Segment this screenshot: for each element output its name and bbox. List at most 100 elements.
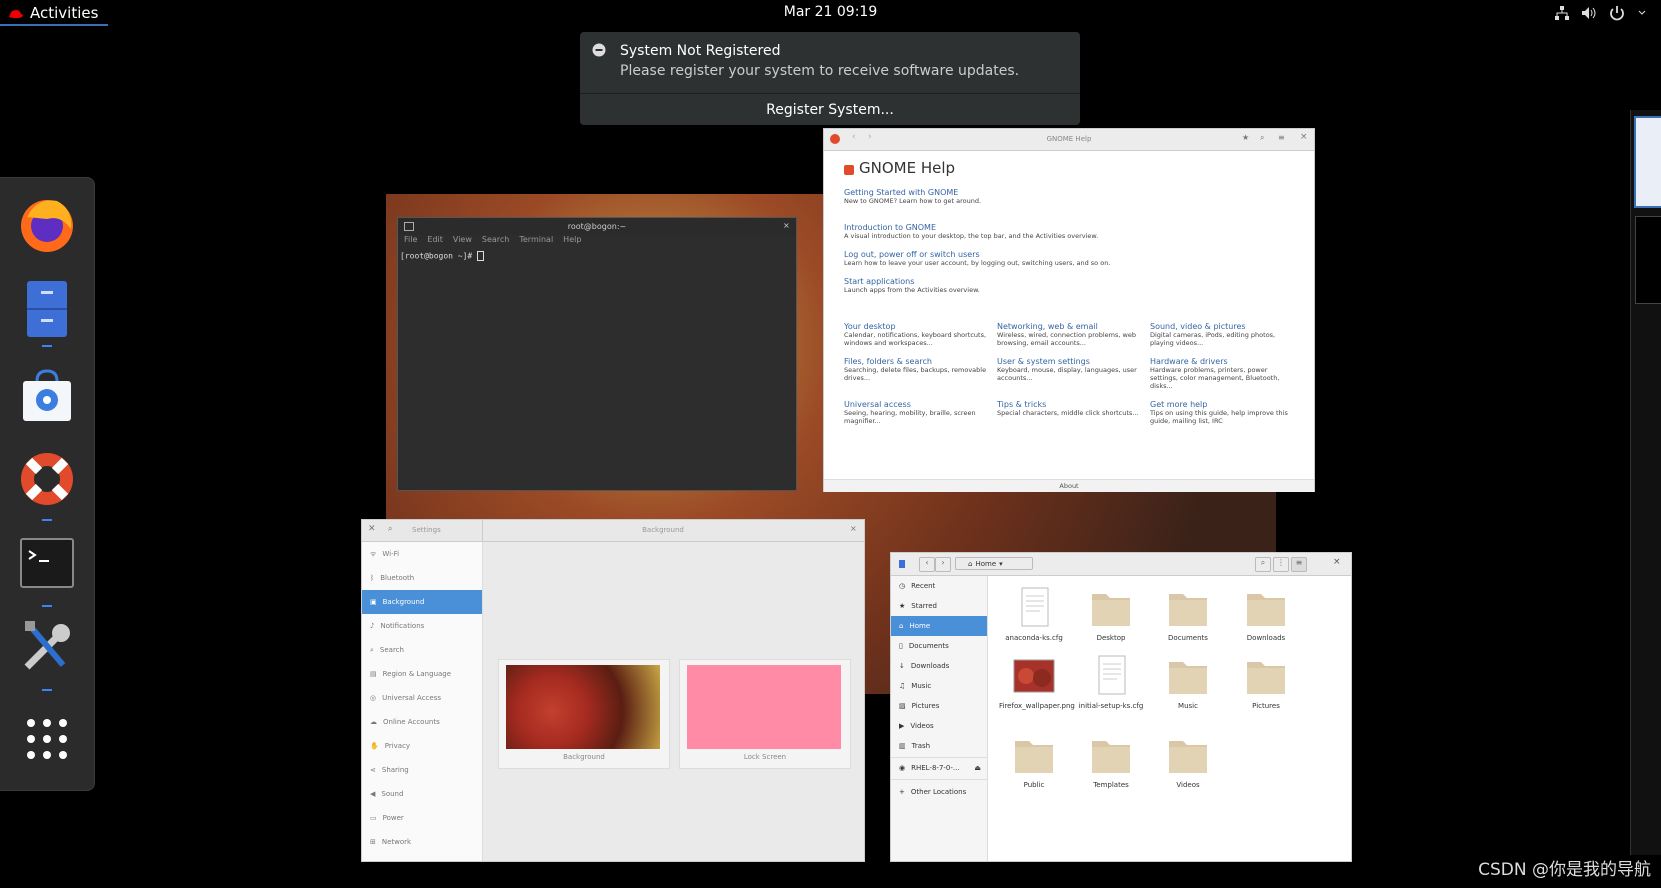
terminal-titlebar[interactable]: root@bogon:~ × — [398, 218, 796, 235]
help-grid-item[interactable]: Tips & tricks Special characters, middle … — [997, 400, 1142, 425]
file-item[interactable]: Firefox_wallpaper.png — [999, 654, 1075, 710]
sidebar-item-pictures[interactable]: ▨ Pictures — [891, 696, 987, 716]
file-item[interactable]: initial-setup-ks.cfg — [1076, 654, 1146, 710]
terminal-launcher[interactable] — [12, 528, 82, 598]
settings-item-network[interactable]: ⊞ Network — [362, 830, 482, 854]
settings-item-sharing[interactable]: ⋖ Sharing — [362, 758, 482, 782]
help-grid-link[interactable]: Sound, video & pictures — [1150, 322, 1295, 331]
power-icon[interactable] — [1608, 4, 1626, 22]
workspace-thumbnail-empty[interactable] — [1635, 216, 1661, 304]
sidebar-item-recent[interactable]: ◷ Recent — [891, 576, 987, 596]
files-launcher[interactable] — [12, 274, 82, 344]
help-grid-link[interactable]: Get more help — [1150, 400, 1295, 409]
folder-item[interactable]: Templates — [1076, 733, 1146, 789]
software-launcher[interactable] — [12, 360, 82, 430]
help-grid-item[interactable]: Get more help Tips on using this guide, h… — [1150, 400, 1295, 425]
help-topic-link[interactable]: Introduction to GNOME — [844, 223, 1284, 232]
help-grid-link[interactable]: Hardware & drivers — [1150, 357, 1295, 366]
folder-item[interactable]: Documents — [1153, 586, 1223, 642]
settings-item-online-accounts[interactable]: ☁ Online Accounts — [362, 710, 482, 734]
tweaks-launcher[interactable] — [12, 612, 82, 682]
search-icon[interactable]: ⌕ — [1260, 133, 1264, 143]
settings-item-privacy[interactable]: ✋ Privacy — [362, 734, 482, 758]
settings-item-wifi[interactable]: ᯤ Wi-Fi — [362, 542, 482, 566]
help-window[interactable]: ‹ › GNOME Help ★ ⌕ ≡ × GNOME Help Gettin… — [823, 128, 1315, 492]
help-launcher[interactable] — [12, 444, 82, 514]
help-topic-link[interactable]: Log out, power off or switch users — [844, 250, 1284, 259]
workspace-thumbnail-active[interactable] — [1634, 116, 1661, 208]
search-icon[interactable]: ⌕ — [1255, 557, 1271, 572]
menu-terminal[interactable]: Terminal — [519, 235, 553, 248]
view-options-icon[interactable]: ⋮ — [1273, 557, 1289, 572]
settings-item-universal-access[interactable]: ◎ Universal Access — [362, 686, 482, 710]
help-topic[interactable]: Getting Started with GNOME New to GNOME? … — [844, 188, 1284, 205]
volume-icon[interactable] — [1580, 4, 1598, 22]
files-window[interactable]: ‹ › ⌂ Home ▾ ⌕ ⋮ ≡ × ◷ Recent ★ Starred ⌂ Hom… — [890, 552, 1352, 862]
clock[interactable]: Mar 21 09:19 — [0, 4, 1661, 20]
sidebar-item-home[interactable]: ⌂ Home — [891, 616, 987, 636]
help-grid-item[interactable]: User & system settings Keyboard, mouse, d… — [997, 357, 1142, 390]
menu-icon[interactable]: ≡ — [1291, 557, 1307, 572]
help-grid-item[interactable]: Hardware & drivers Hardware problems, pri… — [1150, 357, 1295, 390]
help-grid-item[interactable]: Networking, web & email Wireless, wired, … — [997, 322, 1142, 347]
help-grid-item[interactable]: Sound, video & pictures Digital cameras, … — [1150, 322, 1295, 347]
settings-window[interactable]: ✕ ⌕ Settings Background × ᯤ Wi-Fi ᛒ Blueto… — [361, 519, 865, 862]
help-topic-link[interactable]: Start applications — [844, 277, 1284, 286]
folder-item[interactable]: Music — [1153, 654, 1223, 710]
menu-file[interactable]: File — [404, 235, 417, 248]
close-icon[interactable]: × — [1300, 132, 1308, 142]
sidebar-item-music[interactable]: ♫ Music — [891, 676, 987, 696]
help-grid-link[interactable]: User & system settings — [997, 357, 1142, 366]
sidebar-item-videos[interactable]: ▶ Videos — [891, 716, 987, 736]
files-titlebar[interactable]: ‹ › ⌂ Home ▾ ⌕ ⋮ ≡ × — [891, 553, 1351, 576]
help-grid-link[interactable]: Universal access — [844, 400, 989, 409]
sidebar-item-other-locations[interactable]: + Other Locations — [891, 782, 987, 802]
help-topic-link[interactable]: Getting Started with GNOME — [844, 188, 1284, 197]
help-topic[interactable]: Log out, power off or switch users Learn … — [844, 250, 1284, 267]
menu-search[interactable]: Search — [482, 235, 509, 248]
bookmark-icon[interactable]: ★ — [1242, 133, 1249, 142]
settings-titlebar[interactable]: ✕ ⌕ Settings Background × — [362, 520, 864, 542]
sidebar-item-trash[interactable]: ▥ Trash — [891, 736, 987, 756]
chevron-down-icon[interactable] — [1638, 9, 1646, 17]
help-grid-item[interactable]: Universal access Seeing, hearing, mobilit… — [844, 400, 989, 425]
notification-banner[interactable]: System Not Registered Please register yo… — [580, 32, 1080, 125]
sidebar-item-rhel-disc[interactable]: ◉ RHEL-8-7-0-... ⏏ — [891, 758, 987, 778]
terminal-window[interactable]: root@bogon:~ × File Edit View Search Ter… — [397, 217, 797, 491]
folder-item[interactable]: Pictures — [1231, 654, 1301, 710]
help-topic[interactable]: Introduction to GNOME A visual introducti… — [844, 223, 1284, 240]
folder-item[interactable]: Desktop — [1076, 586, 1146, 642]
menu-edit[interactable]: Edit — [427, 235, 443, 248]
help-grid-link[interactable]: Tips & tricks — [997, 400, 1142, 409]
settings-item-sound[interactable]: ◀ Sound — [362, 782, 482, 806]
sidebar-item-starred[interactable]: ★ Starred — [891, 596, 987, 616]
firefox-launcher[interactable] — [12, 190, 82, 260]
sidebar-item-downloads[interactable]: ↓ Downloads — [891, 656, 987, 676]
back-button[interactable]: ‹ — [919, 557, 935, 572]
help-titlebar[interactable]: ‹ › GNOME Help ★ ⌕ ≡ × — [824, 129, 1314, 151]
close-icon[interactable]: × — [783, 221, 790, 230]
help-grid-link[interactable]: Networking, web & email — [997, 322, 1142, 331]
help-about-link[interactable]: About — [824, 479, 1314, 492]
forward-button[interactable]: › — [935, 557, 951, 572]
folder-item[interactable]: Public — [999, 733, 1069, 789]
background-preview-card[interactable]: Background — [498, 659, 670, 769]
lockscreen-preview-card[interactable]: Lock Screen — [679, 659, 851, 769]
menu-help[interactable]: Help — [563, 235, 581, 248]
search-icon[interactable]: ⌕ — [388, 524, 392, 534]
close-icon[interactable]: × — [850, 524, 857, 533]
terminal-prompt-line[interactable]: [root@bogon ~]# — [400, 251, 485, 261]
help-grid-link[interactable]: Files, folders & search — [844, 357, 989, 366]
show-apps-button[interactable] — [12, 704, 82, 774]
network-icon[interactable] — [1553, 4, 1571, 22]
eject-icon[interactable]: ⏏ — [974, 764, 981, 772]
settings-item-bluetooth[interactable]: ᛒ Bluetooth — [362, 566, 482, 590]
register-system-button[interactable]: Register System... — [580, 93, 1080, 126]
close-icon[interactable]: × — [1333, 557, 1341, 567]
menu-view[interactable]: View — [453, 235, 472, 248]
path-bar-home[interactable]: ⌂ Home ▾ — [955, 557, 1033, 570]
settings-item-notifications[interactable]: ♪ Notifications — [362, 614, 482, 638]
help-grid-item[interactable]: Files, folders & search Searching, delete… — [844, 357, 989, 390]
sidebar-item-documents[interactable]: ▯ Documents — [891, 636, 987, 656]
help-topic[interactable]: Start applications Launch apps from the A… — [844, 277, 1284, 294]
